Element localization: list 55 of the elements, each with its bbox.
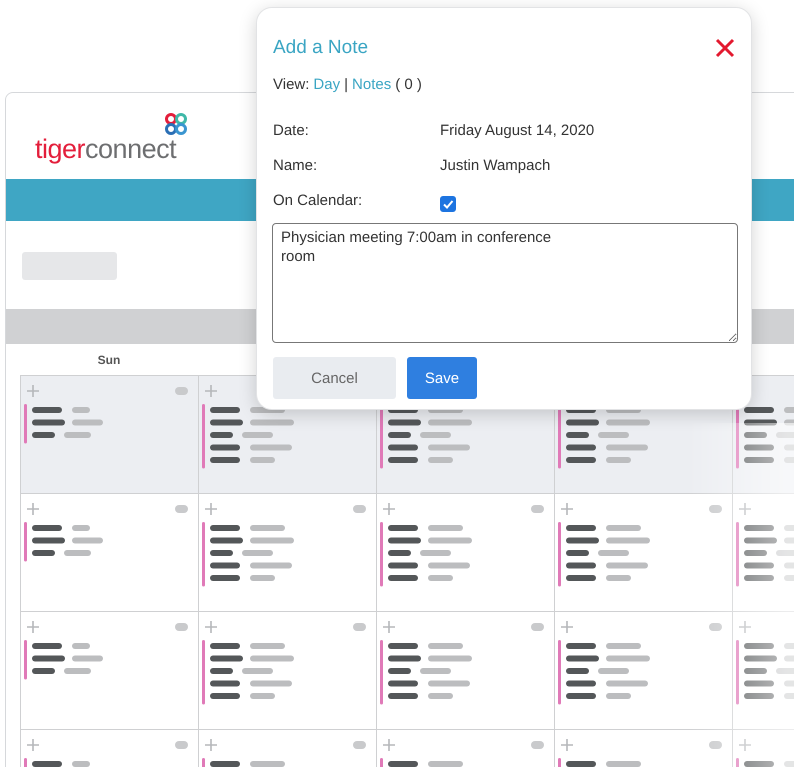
plus-icon[interactable] xyxy=(739,621,751,633)
close-icon[interactable] xyxy=(715,38,735,58)
notes-link[interactable]: Notes xyxy=(352,76,392,92)
pill-icon xyxy=(353,505,366,513)
plus-icon[interactable] xyxy=(561,739,573,751)
day-cell[interactable] xyxy=(555,494,733,612)
day-header: Sun xyxy=(96,352,122,366)
plus-icon[interactable] xyxy=(27,621,39,633)
plus-icon[interactable] xyxy=(739,739,751,751)
field-label: On Calendar: xyxy=(273,192,364,209)
plus-icon[interactable] xyxy=(205,621,217,633)
view-label: View: xyxy=(273,76,310,92)
cancel-button[interactable]: Cancel xyxy=(273,357,396,399)
separator: | xyxy=(344,76,348,92)
plus-icon[interactable] xyxy=(383,739,395,751)
pill-icon xyxy=(531,623,544,631)
pill-icon xyxy=(531,505,544,513)
pill-icon xyxy=(709,623,722,631)
pill-icon xyxy=(175,741,188,749)
logo-wordmark: tigerconnect xyxy=(35,136,176,163)
calendar-checkbox[interactable] xyxy=(440,196,456,212)
pill-icon xyxy=(709,505,722,513)
day-cell[interactable] xyxy=(377,494,555,612)
note-field[interactable]: Physician meeting 7:00am in conference room xyxy=(272,223,738,343)
pill-icon xyxy=(531,741,544,749)
plus-icon[interactable] xyxy=(383,503,395,515)
pill-icon xyxy=(709,741,722,749)
plus-icon[interactable] xyxy=(561,503,573,515)
plus-icon[interactable] xyxy=(205,739,217,751)
day-cell[interactable] xyxy=(199,612,377,730)
field-value: Friday August 14, 2020 xyxy=(440,122,594,139)
pill-icon xyxy=(353,623,366,631)
plus-icon[interactable] xyxy=(205,385,217,397)
field-label: Name: xyxy=(273,157,318,174)
plus-icon[interactable] xyxy=(205,503,217,515)
logo-icon xyxy=(165,113,187,135)
day-cell[interactable] xyxy=(199,494,377,612)
save-button[interactable]: Save xyxy=(407,357,477,399)
plus-icon[interactable] xyxy=(27,385,39,397)
field-label: Date: xyxy=(273,122,310,139)
notes-count: ( 0 ) xyxy=(395,76,422,92)
plus-icon[interactable] xyxy=(739,503,751,515)
plus-icon[interactable] xyxy=(27,739,39,751)
pill-icon xyxy=(175,505,188,513)
plus-icon[interactable] xyxy=(561,621,573,633)
pill-icon xyxy=(175,387,188,395)
field-value: Justin Wampach xyxy=(440,157,550,174)
pill-icon xyxy=(353,741,366,749)
plus-icon[interactable] xyxy=(383,621,395,633)
dialog-title: Add a Note xyxy=(273,37,368,59)
day-cell[interactable] xyxy=(555,612,733,730)
day-cell[interactable] xyxy=(377,612,555,730)
day-link[interactable]: Day xyxy=(313,76,340,92)
plus-icon[interactable] xyxy=(27,503,39,515)
pill-icon xyxy=(175,623,188,631)
